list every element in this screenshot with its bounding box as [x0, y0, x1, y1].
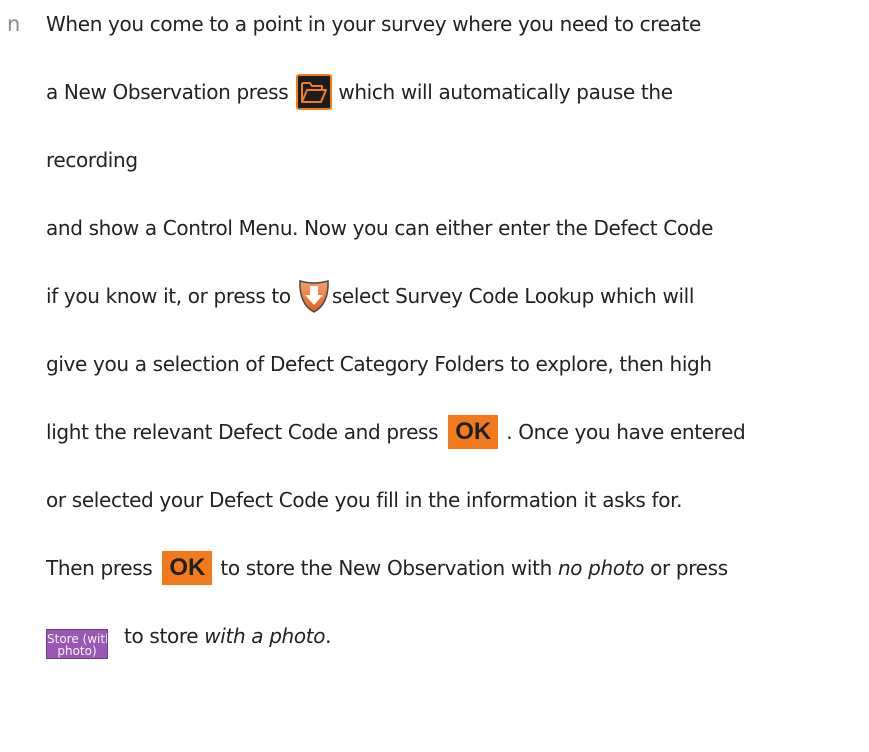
- instruction-page: n When you come to a point in your surve…: [0, 0, 869, 752]
- instruction-text: Then press: [46, 556, 153, 580]
- instruction-text: light the relevant Defect Code and press: [46, 420, 439, 444]
- emphasis-text: no photo: [557, 556, 645, 580]
- instruction-text: .: [325, 624, 332, 648]
- text-line: a New Observation press which will automa…: [46, 70, 673, 114]
- instruction-text: . Once you have entered: [506, 420, 746, 444]
- instruction-text: select Survey Code Lookup which will: [331, 284, 695, 308]
- bullet-marker: n: [7, 12, 21, 36]
- store-button-label-line2: photo): [57, 643, 97, 658]
- instruction-text: When you come to a point in your survey …: [46, 12, 702, 36]
- text-line: if you know it, or press to select Survey…: [46, 274, 694, 318]
- instruction-text: recording: [46, 148, 138, 172]
- instruction-text: or press: [650, 556, 728, 580]
- instruction-text: give you a selection of Defect Category …: [46, 352, 712, 376]
- instruction-text: or selected your Defect Code you fill in…: [46, 488, 683, 512]
- text-line: and show a Control Menu. Now you can eit…: [46, 206, 713, 250]
- instruction-text: a New Observation press: [46, 80, 289, 104]
- text-line: Then press OK to store the New Observation…: [46, 546, 728, 590]
- text-line: light the relevant Defect Code and press…: [46, 410, 746, 454]
- shield-down-arrow-icon: [299, 279, 329, 313]
- instruction-text: to store: [124, 624, 199, 648]
- text-line: recording: [46, 138, 138, 182]
- ok-button[interactable]: OK: [162, 550, 213, 585]
- emphasis-text: with a photo: [204, 624, 326, 648]
- folder-open-icon: [301, 81, 328, 103]
- new-observation-button[interactable]: [296, 73, 333, 110]
- ok-button[interactable]: OK: [448, 414, 499, 449]
- text-line: When you come to a point in your survey …: [46, 2, 701, 46]
- store-with-photo-button[interactable]: Store (with photo): [46, 628, 108, 659]
- instruction-text: if you know it, or press to: [46, 284, 291, 308]
- text-line: Store (with photo) to store with a photo.: [46, 614, 332, 659]
- instruction-text: and show a Control Menu. Now you can eit…: [46, 216, 714, 240]
- instruction-text: which will automatically pause the: [338, 80, 673, 104]
- store-button-label-line1: Store (with: [47, 631, 108, 646]
- survey-code-lookup-button[interactable]: [297, 278, 331, 314]
- text-line: or selected your Defect Code you fill in…: [46, 478, 682, 522]
- instruction-text: to store the New Observation with: [220, 556, 552, 580]
- text-line: give you a selection of Defect Category …: [46, 342, 712, 386]
